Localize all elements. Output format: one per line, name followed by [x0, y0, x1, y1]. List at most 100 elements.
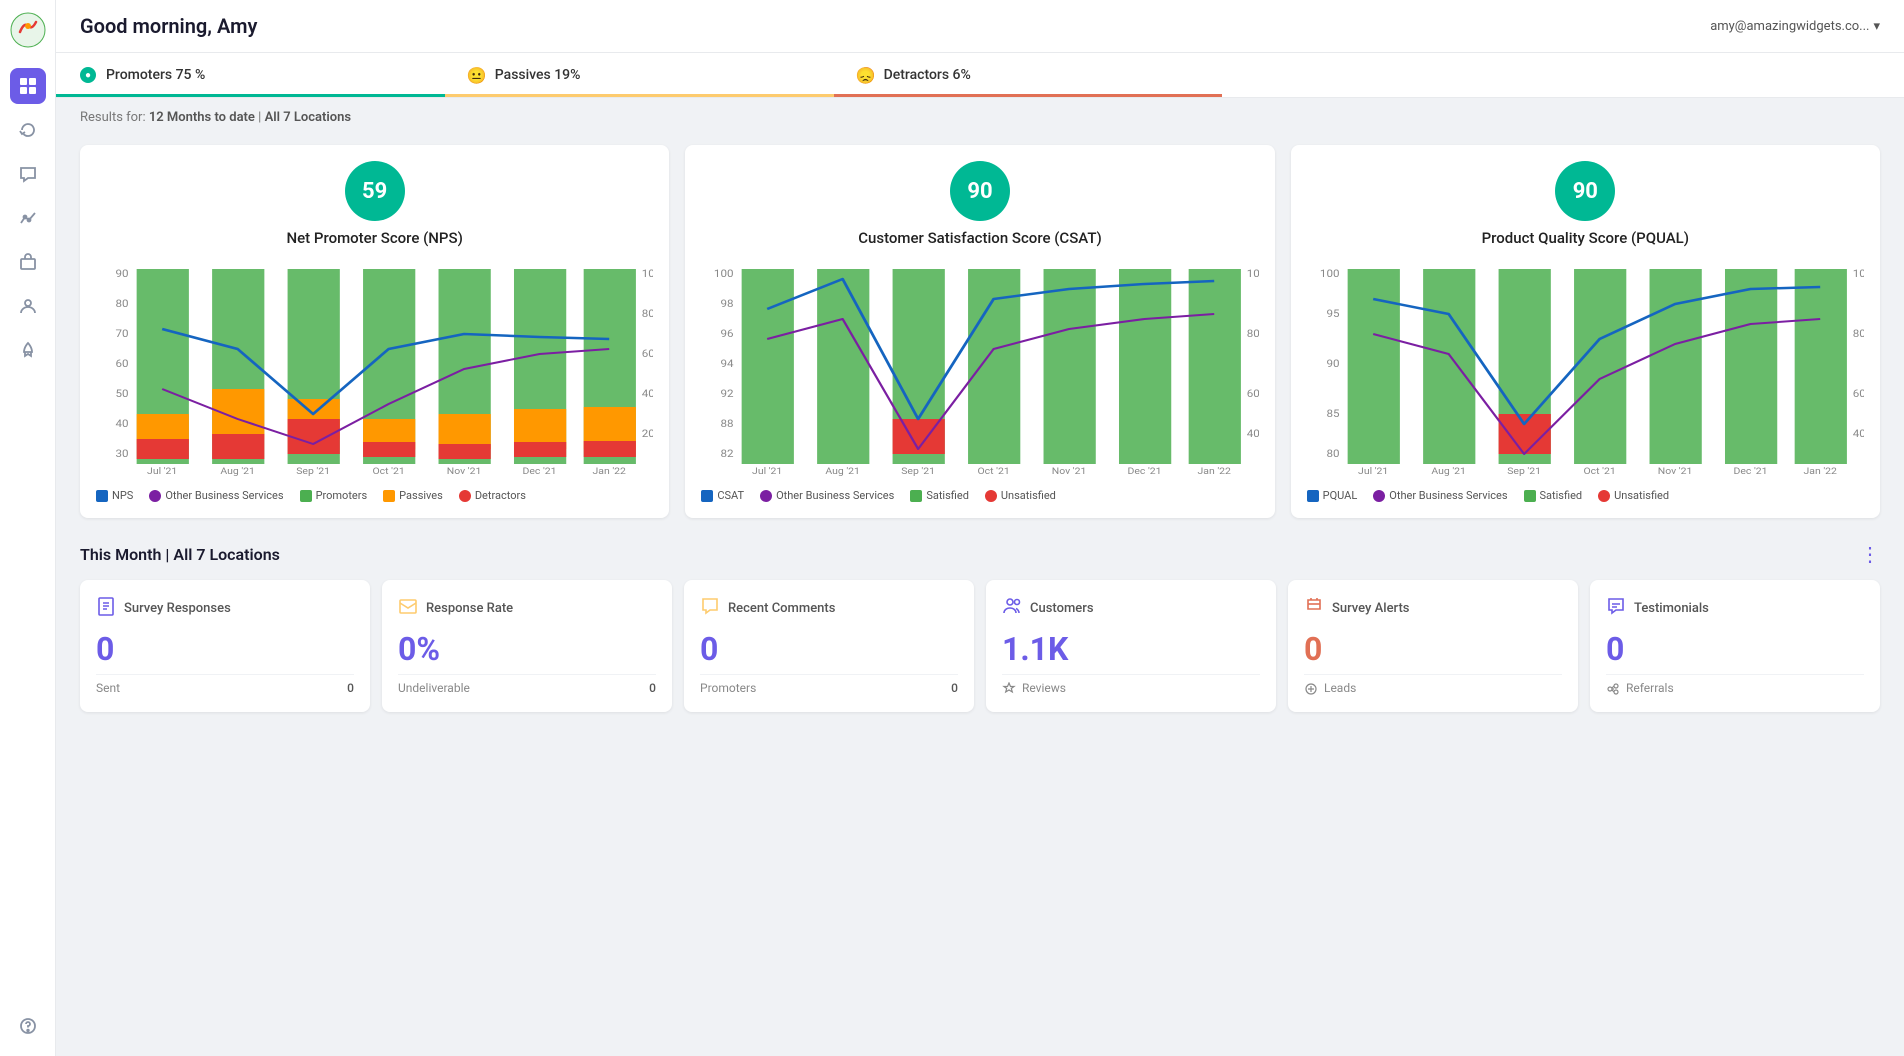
legend-unsatisfied: Unsatisfied: [985, 489, 1056, 502]
svg-text:60: 60: [115, 358, 128, 370]
customers-value: 1.1K: [1002, 630, 1260, 668]
svg-text:40: 40: [115, 418, 128, 430]
svg-text:30: 30: [115, 448, 128, 460]
legend-pqual-satisfied: Satisfied: [1524, 489, 1583, 502]
tab-passives[interactable]: 😐 Passives 19%: [445, 53, 834, 97]
survey-responses-value: 0: [96, 630, 354, 668]
svg-text:90: 90: [115, 268, 128, 280]
response-rate-icon: [398, 596, 418, 620]
svg-text:100: 100: [1320, 268, 1340, 280]
sidebar-item-refresh[interactable]: [10, 112, 46, 148]
undeliverable-label: Undeliverable: [398, 681, 470, 695]
score-tabs: ● Promoters 75 % 😐 Passives 19% 😞 Detrac…: [56, 53, 1904, 98]
legend-nps: NPS: [96, 489, 133, 502]
content-area: Results for: 12 Months to date | All 7 L…: [56, 98, 1904, 736]
svg-text:Dec '21: Dec '21: [1128, 467, 1162, 477]
csat-score: 90: [950, 161, 1010, 221]
recent-comments-sub: Promoters 0: [700, 674, 958, 695]
app-logo[interactable]: [10, 12, 46, 48]
recent-comments-header: Recent Comments: [700, 596, 958, 620]
pqual-chart-card: 90 Product Quality Score (PQUAL) 100 95 …: [1291, 145, 1880, 518]
user-menu[interactable]: amy@amazingwidgets.co... ▾: [1710, 19, 1880, 34]
testimonials-label: Testimonials: [1634, 601, 1709, 616]
leads-icon-label: Leads: [1304, 681, 1356, 696]
sidebar-item-briefcase[interactable]: [10, 244, 46, 280]
svg-text:Nov '21: Nov '21: [1657, 467, 1692, 477]
detractors-dot: 😞: [858, 67, 874, 83]
sent-value: 0: [347, 681, 354, 695]
svg-text:80: 80: [115, 298, 128, 310]
svg-text:40: 40: [1247, 428, 1259, 440]
sidebar-item-users[interactable]: [10, 288, 46, 324]
user-email: amy@amazingwidgets.co...: [1710, 19, 1869, 34]
pqual-score: 90: [1555, 161, 1615, 221]
survey-alerts-header: Survey Alerts: [1304, 596, 1562, 620]
svg-text:100: 100: [642, 268, 654, 280]
svg-text:Sep '21: Sep '21: [296, 467, 330, 477]
sidebar-item-help[interactable]: [10, 1008, 46, 1044]
sidebar-item-dashboard[interactable]: [10, 68, 46, 104]
svg-text:80: 80: [1326, 448, 1339, 460]
svg-text:95: 95: [1326, 308, 1339, 320]
svg-text:Oct '21: Oct '21: [372, 467, 404, 477]
svg-text:80: 80: [1852, 328, 1864, 340]
svg-text:Oct '21: Oct '21: [1583, 467, 1615, 477]
svg-text:70: 70: [115, 328, 128, 340]
svg-text:82: 82: [721, 448, 734, 460]
survey-responses-icon: [96, 596, 116, 620]
svg-text:Nov '21: Nov '21: [1052, 467, 1087, 477]
sidebar-item-rocket[interactable]: [10, 332, 46, 368]
page-title: Good morning, Amy: [80, 14, 257, 38]
svg-text:Aug '21: Aug '21: [826, 467, 861, 477]
metric-cards-grid: Survey Responses 0 Sent 0 Response Rate …: [80, 580, 1880, 712]
legend-pqual: PQUAL: [1307, 489, 1358, 502]
nps-legend: NPS Other Business Services Promoters Pa…: [96, 489, 653, 502]
svg-text:80: 80: [1247, 328, 1259, 340]
svg-text:40: 40: [1852, 428, 1864, 440]
svg-text:Dec '21: Dec '21: [523, 467, 557, 477]
survey-responses-header: Survey Responses: [96, 596, 354, 620]
svg-text:Jan '22: Jan '22: [1198, 467, 1232, 477]
svg-text:94: 94: [721, 358, 734, 370]
svg-text:96: 96: [721, 328, 734, 340]
promoters-dot: ●: [80, 67, 96, 83]
reviews-icon-label: Reviews: [1002, 681, 1066, 696]
svg-text:88: 88: [721, 418, 734, 430]
response-rate-card: Response Rate 0% Undeliverable 0: [382, 580, 672, 712]
svg-text:60: 60: [642, 348, 654, 360]
svg-text:Sep '21: Sep '21: [1507, 467, 1541, 477]
tab-promoters[interactable]: ● Promoters 75 %: [56, 53, 445, 97]
svg-text:98: 98: [721, 298, 734, 310]
tab-detractors[interactable]: 😞 Detractors 6%: [834, 53, 1223, 97]
recent-comments-icon: [700, 596, 720, 620]
sidebar: [0, 0, 56, 1056]
response-rate-header: Response Rate: [398, 596, 656, 620]
survey-responses-sub: Sent 0: [96, 674, 354, 695]
svg-text:Dec '21: Dec '21: [1733, 467, 1767, 477]
customers-icon: [1002, 596, 1022, 620]
testimonials-value: 0: [1606, 630, 1864, 668]
csat-chart-card: 90 Customer Satisfaction Score (CSAT) 10…: [685, 145, 1274, 518]
recent-comments-card: Recent Comments 0 Promoters 0: [684, 580, 974, 712]
sidebar-item-analytics[interactable]: [10, 200, 46, 236]
filter-text: Results for:: [80, 110, 149, 125]
section-menu-button[interactable]: ⋮: [1860, 542, 1880, 566]
svg-text:Jan '22: Jan '22: [593, 467, 627, 477]
legend-satisfied: Satisfied: [910, 489, 969, 502]
nps-score: 59: [345, 161, 405, 221]
legend-detractors: Detractors: [459, 489, 526, 502]
svg-text:85: 85: [1326, 408, 1339, 420]
svg-text:90: 90: [1326, 358, 1339, 370]
chevron-down-icon: ▾: [1873, 19, 1880, 34]
svg-text:50: 50: [115, 388, 128, 400]
legend-csat: CSAT: [701, 489, 744, 502]
customers-label: Customers: [1030, 601, 1094, 616]
svg-text:Nov '21: Nov '21: [447, 467, 482, 477]
promoters-sub-value: 0: [951, 681, 958, 695]
sidebar-item-comments[interactable]: [10, 156, 46, 192]
csat-legend: CSAT Other Business Services Satisfied U…: [701, 489, 1258, 502]
nps-chart-area: 90 80 70 60 50 40 30 100 80 60 40 20: [96, 259, 653, 479]
response-rate-sub: Undeliverable 0: [398, 674, 656, 695]
legend-other-biz: Other Business Services: [149, 489, 283, 502]
recent-comments-value: 0: [700, 630, 958, 668]
